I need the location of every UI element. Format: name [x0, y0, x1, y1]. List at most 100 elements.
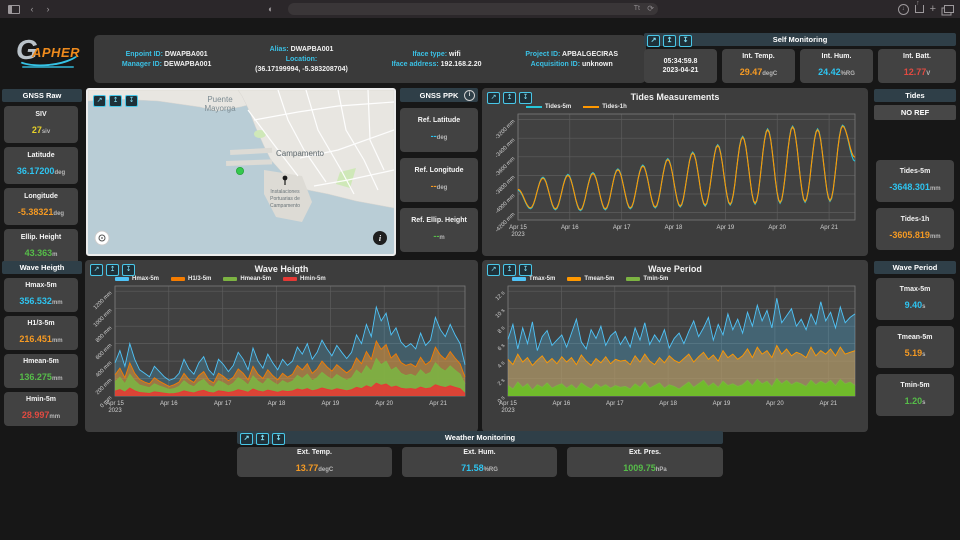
- map[interactable]: Puente Mayorga Campamento Instalaciones …: [88, 90, 394, 254]
- legend-item[interactable]: Hmin-5m: [283, 276, 326, 282]
- legend-item[interactable]: Tmin-5m: [626, 276, 668, 282]
- legend-item[interactable]: Tmax-5m: [512, 276, 555, 282]
- wave-height-stats-header: Wave Heigth: [2, 261, 82, 274]
- share-icon[interactable]: [915, 5, 924, 13]
- new-tab-icon[interactable]: +: [930, 0, 936, 18]
- download-icon[interactable]: ↧: [519, 92, 532, 104]
- expand-icon[interactable]: ↗: [487, 92, 500, 104]
- manager-label: Manager ID:: [122, 61, 162, 68]
- tides-1h-card: Tides-1h -3605.819mm: [876, 208, 954, 250]
- map-label-district: Campamento: [276, 149, 325, 158]
- info-icon[interactable]: i: [464, 90, 475, 101]
- back-button[interactable]: ‹: [24, 0, 40, 18]
- ref-longitude-card: Ref. Longitude --deg: [400, 158, 478, 202]
- upload-icon[interactable]: ↥: [503, 92, 516, 104]
- svg-text:1200 mm: 1200 mm: [93, 290, 114, 311]
- tides-chart[interactable]: -3200 mm-3400 mm-3600 mm-3800 mm-4000 mm…: [482, 110, 862, 246]
- wave-period-chart-title: Wave Period: [482, 260, 868, 274]
- tab-overview-icon[interactable]: [944, 5, 954, 13]
- legend-item[interactable]: Tmean-5m: [567, 276, 614, 282]
- svg-text:Apr 15: Apr 15: [509, 225, 527, 231]
- station-marker[interactable]: [236, 167, 243, 174]
- sidebar-toggle-icon[interactable]: [8, 5, 20, 14]
- expand-icon[interactable]: ↗: [90, 264, 103, 276]
- download-icon[interactable]: ↧: [122, 264, 135, 276]
- svg-text:Apr 17: Apr 17: [606, 401, 624, 407]
- station-info-panel: Enpoint ID: DWAPBA001 Manager ID: DEWAPB…: [94, 35, 646, 83]
- privacy-shield-icon[interactable]: ◐: [268, 4, 273, 14]
- tides-chart-title: Tides Measurements: [482, 88, 868, 102]
- svg-text:Apr 16: Apr 16: [160, 401, 178, 407]
- weather-header: ↗ ↥ ↧ Weather Monitoring: [237, 431, 723, 444]
- map-panel[interactable]: Puente Mayorga Campamento Instalaciones …: [86, 88, 396, 256]
- svg-text:Apr 19: Apr 19: [713, 401, 731, 407]
- expand-icon[interactable]: ↗: [93, 95, 106, 107]
- svg-text:Apr 18: Apr 18: [665, 225, 683, 231]
- int-hum-card: Int. Hum. 24.42%RG: [800, 49, 873, 83]
- ref-latitude-card: Ref. Latitude --deg: [400, 108, 478, 152]
- map-label-port-1: Instalaciones: [270, 189, 300, 195]
- map-attribution-button[interactable]: i: [373, 231, 387, 245]
- int-temp-card: Int. Temp. 29.47degC: [722, 49, 795, 83]
- svg-text:Apr 21: Apr 21: [820, 225, 838, 231]
- map-label-port-3: Campamento: [270, 203, 300, 209]
- downloads-icon[interactable]: ↓: [898, 4, 909, 15]
- svg-text:Apr 18: Apr 18: [659, 401, 677, 407]
- ref-ellip-height-card: Ref. Ellip. Height --m: [400, 208, 478, 252]
- ext-pres-card: Ext. Pres. 1009.75hPa: [567, 447, 723, 477]
- iface-addr-label: Iface address:: [392, 61, 439, 68]
- clock-card: 05:34:59.8 2023-04-21: [644, 49, 717, 83]
- svg-text:Apr 17: Apr 17: [613, 225, 631, 231]
- svg-text:Apr 16: Apr 16: [553, 401, 571, 407]
- gnss-ppk-header: GNSS PPK i: [400, 88, 478, 102]
- legend-item[interactable]: Hmean-5m: [223, 276, 271, 282]
- svg-text:Apr 15: Apr 15: [499, 401, 517, 407]
- legend-item[interactable]: Tides-5m: [526, 104, 571, 110]
- upload-icon[interactable]: ↥: [663, 35, 676, 47]
- map-label-town-1: Puente: [207, 95, 233, 104]
- translate-icon[interactable]: Tt: [634, 3, 640, 15]
- legend-item[interactable]: H1/3-5m: [171, 276, 211, 282]
- upload-icon[interactable]: ↥: [256, 433, 269, 445]
- forward-button[interactable]: ›: [40, 0, 56, 18]
- tides-stats-header: Tides: [874, 89, 956, 102]
- h13-card: H1/3-5m 216.451mm: [4, 316, 78, 350]
- manager-value: DEWAPBA001: [164, 61, 211, 68]
- svg-text:Apr 20: Apr 20: [375, 401, 393, 407]
- hmin-card: Hmin-5m 28.997mm: [4, 392, 78, 426]
- alias-label: Alias:: [270, 46, 289, 53]
- reload-icon[interactable]: ⟳: [647, 3, 654, 15]
- upload-icon[interactable]: ↥: [503, 264, 516, 276]
- latitude-card: Latitude 36.17200deg: [4, 147, 78, 184]
- upload-icon[interactable]: ↥: [109, 95, 122, 107]
- svg-text:400 mm: 400 mm: [95, 360, 114, 379]
- legend-swatch: [223, 277, 237, 281]
- wave-period-chart[interactable]: 0 s2 s4 s6 s8 s10 s12 sApr 152023Apr 16A…: [482, 282, 862, 422]
- legend-item[interactable]: Tides-1h: [583, 104, 627, 110]
- wave-period-chart-panel: ↗ ↥ ↧ Wave Period Tmax-5m Tmean-5m Tmin-…: [482, 260, 868, 432]
- legend-swatch: [526, 106, 542, 108]
- download-icon[interactable]: ↧: [125, 95, 138, 107]
- legend-item[interactable]: Hmax-5m: [115, 276, 159, 282]
- upload-icon[interactable]: ↥: [106, 264, 119, 276]
- self-monitoring-header: ↗ ↥ ↧ Self Monitoring: [644, 33, 956, 46]
- app-logo: G APHER: [8, 32, 88, 78]
- locate-button[interactable]: [95, 231, 109, 245]
- expand-icon[interactable]: ↗: [487, 264, 500, 276]
- map-label-town-2: Mayorga: [204, 104, 236, 113]
- address-bar[interactable]: Tt ⟳: [288, 3, 658, 15]
- download-icon[interactable]: ↧: [519, 264, 532, 276]
- expand-icon[interactable]: ↗: [647, 35, 660, 47]
- svg-text:2023: 2023: [501, 408, 515, 414]
- expand-icon[interactable]: ↗: [240, 433, 253, 445]
- alias-value: DWAPBA001: [291, 46, 334, 53]
- int-batt-card: Int. Batt. 12.77V: [878, 49, 956, 83]
- svg-text:Apr 18: Apr 18: [268, 401, 286, 407]
- download-icon[interactable]: ↧: [272, 433, 285, 445]
- wave-height-chart[interactable]: 0 mm200 mm400 mm600 mm800 mm1000 mm1200 …: [85, 282, 472, 422]
- legend-swatch: [512, 277, 526, 281]
- wave-period-stats-header: Wave Period: [874, 261, 956, 274]
- legend-swatch: [283, 277, 297, 281]
- svg-text:Apr 20: Apr 20: [768, 225, 786, 231]
- download-icon[interactable]: ↧: [679, 35, 692, 47]
